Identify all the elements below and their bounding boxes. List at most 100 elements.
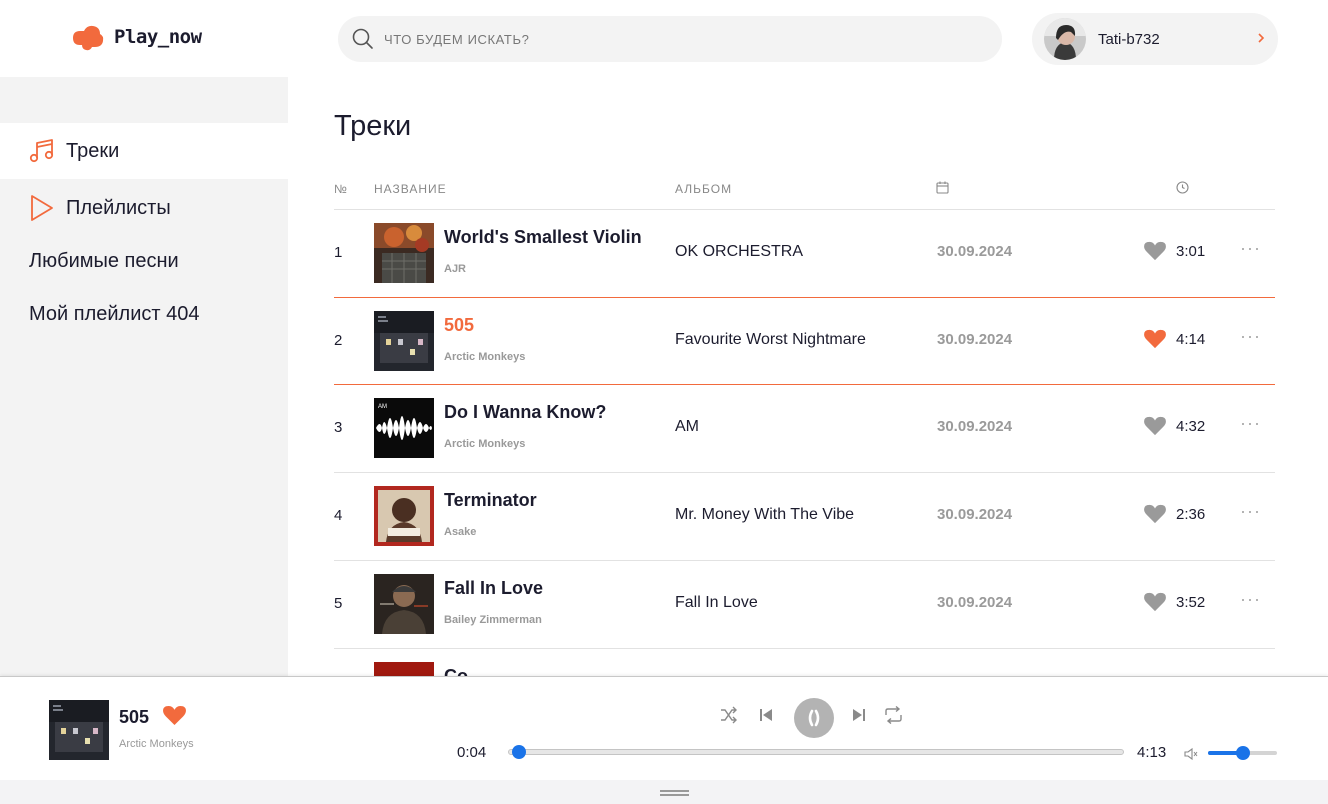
current-time: 0:04 [457,744,487,761]
heart-icon[interactable] [1144,592,1166,612]
track-date: 30.09.2024 [937,594,1013,611]
user-menu[interactable]: Tati-b732 [1032,13,1278,65]
heart-icon[interactable] [1144,416,1166,436]
track-artist[interactable]: Bailey Zimmerman [444,614,542,626]
album-cover[interactable] [374,223,434,283]
search-bar[interactable] [338,16,1002,62]
music-note-icon [28,137,56,165]
track-album[interactable]: Fall In Love [675,594,758,612]
track-album[interactable]: Favourite Worst Nightmare [675,331,866,349]
sidebar: Треки Плейлисты Любимые песни Мой плейли… [0,77,288,676]
album-cover[interactable]: AM [374,398,434,458]
track-row[interactable]: Co [334,649,1275,676]
sidebar-item-label: Любимые песни [29,249,179,272]
column-name[interactable]: НАЗВАНИЕ [374,182,447,196]
track-number: 1 [334,244,343,261]
track-duration: 2:36 [1176,506,1206,523]
sidebar-item-playlist-404[interactable]: Мой плейлист 404 [0,286,288,342]
track-title[interactable]: 505 [444,315,474,336]
total-time: 4:13 [1137,744,1167,761]
sidebar-item-playlists[interactable]: Плейлисты [0,180,288,236]
column-num: № [334,182,348,196]
progress-thumb[interactable] [511,745,526,759]
chevron-right-icon[interactable] [1256,30,1266,46]
sidebar-item-label: Треки [66,139,120,162]
progress-slider[interactable] [508,745,1124,759]
calendar-icon[interactable] [936,181,949,194]
volume-thumb[interactable] [1235,746,1250,760]
heart-icon[interactable] [163,705,186,726]
track-row[interactable]: 3 AM Do I Wanna Know? Arctic Monkeys AM … [334,385,1275,473]
play-triangle-icon [28,194,56,222]
resize-handle[interactable] [660,790,689,796]
logo-icon [73,25,104,51]
user-name: Tati-b732 [1098,30,1160,48]
track-title[interactable]: World's Smallest Violin [444,227,642,248]
album-cover[interactable] [374,486,434,546]
track-duration: 3:52 [1176,594,1206,611]
sidebar-item-label: Плейлисты [66,196,171,219]
player-bar: 505 Arctic Monkeys 0:04 4:13 [0,676,1328,780]
more-options-icon[interactable]: ··· [1240,327,1261,345]
volume-slider[interactable] [1208,746,1277,760]
next-icon[interactable] [852,706,866,724]
track-row[interactable]: 4 Terminator Asake Mr. Money With The Vi… [334,473,1275,561]
sidebar-item-tracks[interactable]: Треки [0,123,288,179]
previous-icon[interactable] [759,706,773,724]
track-row[interactable]: 1 World's Smallest Violin AJR OK ORCHEST… [334,210,1275,298]
clock-icon[interactable] [1176,181,1189,194]
pause-icon [808,709,820,727]
track-artist[interactable]: AJR [444,263,466,275]
page-title: Треки [334,110,412,142]
album-cover[interactable] [374,311,434,371]
track-title[interactable]: Fall In Love [444,578,543,599]
track-album[interactable]: AM [675,418,699,436]
avatar [1044,18,1086,60]
now-playing-artist[interactable]: Arctic Monkeys [119,738,194,750]
search-input[interactable] [384,31,944,47]
heart-icon[interactable] [1144,504,1166,524]
now-playing-cover[interactable] [49,700,109,760]
heart-icon[interactable] [1144,241,1166,261]
more-options-icon[interactable]: ··· [1240,502,1261,520]
track-number: 4 [334,507,343,524]
more-options-icon[interactable]: ··· [1240,590,1261,608]
pause-button[interactable] [794,698,834,738]
app-root: Play_now Tati-b732 [0,0,1328,804]
track-title[interactable]: Do I Wanna Know? [444,402,606,423]
sidebar-item-favorites[interactable]: Любимые песни [0,233,288,289]
album-cover[interactable] [374,574,434,634]
now-playing-title[interactable]: 505 [119,707,149,728]
track-duration: 3:01 [1176,243,1206,260]
track-artist[interactable]: Asake [444,526,476,538]
track-album[interactable]: Mr. Money With The Vibe [675,506,854,524]
track-list: 1 World's Smallest Violin AJR OK ORCHEST… [334,210,1275,676]
track-title[interactable]: Terminator [444,490,537,511]
track-artist[interactable]: Arctic Monkeys [444,351,525,363]
track-date: 30.09.2024 [937,506,1013,523]
heart-icon[interactable] [1144,329,1166,349]
track-title[interactable]: Co [444,666,468,676]
more-options-icon[interactable]: ··· [1240,414,1261,432]
track-row[interactable]: 2 505 Arctic Monkeys Favourite Worst Nig… [334,297,1275,385]
track-row[interactable]: 5 Fall In Love Bailey Zimmerman Fall In … [334,561,1275,649]
svg-text:AM: AM [378,404,387,410]
column-album[interactable]: АЛЬБОМ [675,182,732,196]
track-date: 30.09.2024 [937,243,1013,260]
track-number: 3 [334,419,343,436]
track-number: 2 [334,332,343,349]
repeat-icon[interactable] [884,706,903,724]
logo-text: Play_now [114,26,202,48]
more-options-icon[interactable]: ··· [1240,239,1261,257]
shuffle-icon[interactable] [720,706,738,724]
track-date: 30.09.2024 [937,418,1013,435]
bottom-resize-bar [0,780,1328,804]
track-duration: 4:14 [1176,331,1206,348]
track-number: 5 [334,595,343,612]
search-icon [352,28,373,49]
track-artist[interactable]: Arctic Monkeys [444,438,525,450]
track-album[interactable]: OK ORCHESTRA [675,243,803,261]
album-cover[interactable] [374,662,434,676]
logo[interactable]: Play_now [70,22,202,52]
volume-icon[interactable] [1184,747,1198,761]
